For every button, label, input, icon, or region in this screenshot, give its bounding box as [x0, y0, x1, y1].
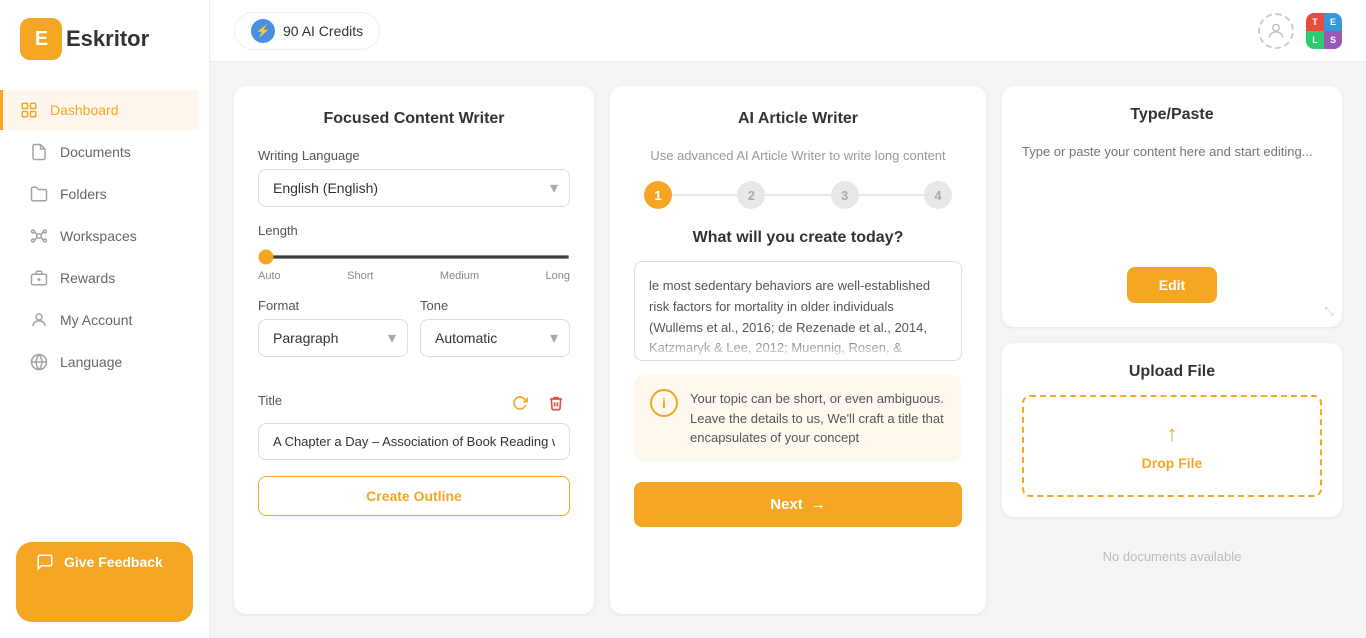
- title-actions: [506, 389, 570, 417]
- tone-col: Tone Automatic ▾: [420, 298, 570, 373]
- article-writer-title: AI Article Writer: [634, 110, 962, 128]
- step-line-2-3: [765, 194, 830, 196]
- length-ticks: Auto Short Medium Long: [258, 270, 570, 282]
- article-writer-card: AI Article Writer Use advanced AI Articl…: [610, 86, 986, 614]
- length-label: Length: [258, 223, 570, 238]
- lang-cell-t: T: [1306, 13, 1324, 31]
- sidebar-item-rewards[interactable]: Rewards: [10, 258, 199, 298]
- title-label: Title: [258, 393, 282, 408]
- sidebar-item-rewards-label: Rewards: [60, 270, 115, 286]
- drop-label: Drop File: [1142, 455, 1203, 471]
- step-2: 2: [737, 181, 765, 209]
- focused-writer-title: Focused Content Writer: [258, 110, 570, 128]
- create-outline-btn[interactable]: Create Outline: [258, 476, 570, 516]
- next-btn-label: Next: [770, 496, 803, 513]
- tick-medium: Medium: [440, 270, 479, 282]
- type-paste-card: Type/Paste ⤡ Edit: [1002, 86, 1342, 327]
- stepper: 1 2 3 4: [634, 181, 962, 209]
- user-avatar[interactable]: [1258, 13, 1294, 49]
- sidebar-item-language[interactable]: Language: [10, 342, 199, 382]
- no-docs-label: No documents available: [1002, 533, 1342, 580]
- language-select[interactable]: English (English): [258, 169, 570, 207]
- sidebar-item-dashboard[interactable]: Dashboard: [0, 90, 199, 130]
- edit-btn[interactable]: Edit: [1127, 267, 1217, 303]
- sidebar-nav: Dashboard Documents Folders Workspaces R…: [0, 78, 209, 526]
- topbar: ⚡ 90 AI Credits T E L S: [210, 0, 1366, 62]
- upload-file-card: Upload File ↑ Drop File: [1002, 343, 1342, 517]
- sidebar-item-workspaces[interactable]: Workspaces: [10, 216, 199, 256]
- step-1: 1: [644, 181, 672, 209]
- format-select-wrap: Paragraph ▾: [258, 319, 408, 357]
- sidebar-item-workspaces-label: Workspaces: [60, 228, 137, 244]
- title-delete-btn[interactable]: [542, 389, 570, 417]
- article-question: What will you create today?: [634, 229, 962, 247]
- logo-text: Eskritor: [66, 26, 149, 52]
- give-feedback-label: Give Feedback: [64, 554, 163, 570]
- tick-auto: Auto: [258, 270, 281, 282]
- lang-cell-e: E: [1324, 13, 1342, 31]
- title-row: Title: [258, 389, 570, 417]
- next-btn[interactable]: Next →: [634, 482, 962, 527]
- sidebar-item-my-account-label: My Account: [60, 312, 132, 328]
- step-line-1-2: [672, 194, 737, 196]
- format-col: Format Paragraph ▾: [258, 298, 408, 373]
- language-select-wrap: English (English) ▾: [258, 169, 570, 207]
- next-arrow-icon: →: [811, 496, 826, 513]
- language-badge: T E L S: [1306, 13, 1342, 49]
- tone-select[interactable]: Automatic: [420, 319, 570, 357]
- content-area: Focused Content Writer Writing Language …: [210, 62, 1366, 638]
- article-writer-subtitle: Use advanced AI Article Writer to write …: [634, 148, 962, 163]
- credits-icon: ⚡: [251, 19, 275, 43]
- logo-icon: E: [20, 18, 62, 60]
- step-4: 4: [924, 181, 952, 209]
- length-slider[interactable]: [258, 255, 570, 259]
- info-box: i Your topic can be short, or even ambig…: [634, 375, 962, 462]
- language-label: Writing Language: [258, 148, 570, 163]
- resize-handle: ⤡: [1324, 304, 1334, 319]
- format-tone-row: Format Paragraph ▾ Tone Automatic ▾: [258, 298, 570, 373]
- tone-label: Tone: [420, 298, 570, 313]
- upload-icon: ↑: [1167, 421, 1178, 447]
- sidebar: E Eskritor Dashboard Documents Folders W…: [0, 0, 210, 638]
- title-refresh-btn[interactable]: [506, 389, 534, 417]
- sidebar-item-language-label: Language: [60, 354, 122, 370]
- type-paste-title: Type/Paste: [1022, 106, 1322, 124]
- format-label: Format: [258, 298, 408, 313]
- tick-short: Short: [347, 270, 373, 282]
- tone-select-wrap: Automatic ▾: [420, 319, 570, 357]
- info-text: Your topic can be short, or even ambiguo…: [690, 389, 946, 448]
- credits-label: 90 AI Credits: [283, 23, 363, 39]
- sidebar-item-documents-label: Documents: [60, 144, 131, 160]
- sidebar-item-dashboard-label: Dashboard: [50, 102, 119, 118]
- paste-textarea[interactable]: [1022, 144, 1322, 254]
- drop-zone[interactable]: ↑ Drop File: [1022, 395, 1322, 497]
- tick-long: Long: [546, 270, 570, 282]
- step-line-3-4: [859, 194, 924, 196]
- format-select[interactable]: Paragraph: [258, 319, 408, 357]
- logo: E Eskritor: [0, 0, 209, 78]
- sidebar-item-folders[interactable]: Folders: [10, 174, 199, 214]
- credits-badge[interactable]: ⚡ 90 AI Credits: [234, 12, 380, 50]
- article-text-box: le most sedentary behaviors are well-est…: [634, 261, 962, 361]
- topbar-right: T E L S: [1258, 13, 1342, 49]
- title-input[interactable]: [258, 423, 570, 460]
- sidebar-item-documents[interactable]: Documents: [10, 132, 199, 172]
- info-icon: i: [650, 389, 678, 417]
- sidebar-item-folders-label: Folders: [60, 186, 107, 202]
- focused-writer-card: Focused Content Writer Writing Language …: [234, 86, 594, 614]
- step-3: 3: [831, 181, 859, 209]
- sidebar-item-my-account[interactable]: My Account: [10, 300, 199, 340]
- give-feedback-item[interactable]: Give Feedback: [16, 542, 193, 582]
- main-area: ⚡ 90 AI Credits T E L S Focused Content …: [210, 0, 1366, 638]
- right-panel: Type/Paste ⤡ Edit Upload File ↑ Drop Fil…: [1002, 86, 1342, 614]
- length-slider-wrap: [258, 246, 570, 264]
- article-text: le most sedentary behaviors are well-est…: [649, 278, 937, 361]
- sidebar-feedback: Give Feedback: [16, 542, 193, 622]
- lang-cell-s: S: [1324, 31, 1342, 49]
- upload-file-title: Upload File: [1022, 363, 1322, 381]
- lang-cell-l: L: [1306, 31, 1324, 49]
